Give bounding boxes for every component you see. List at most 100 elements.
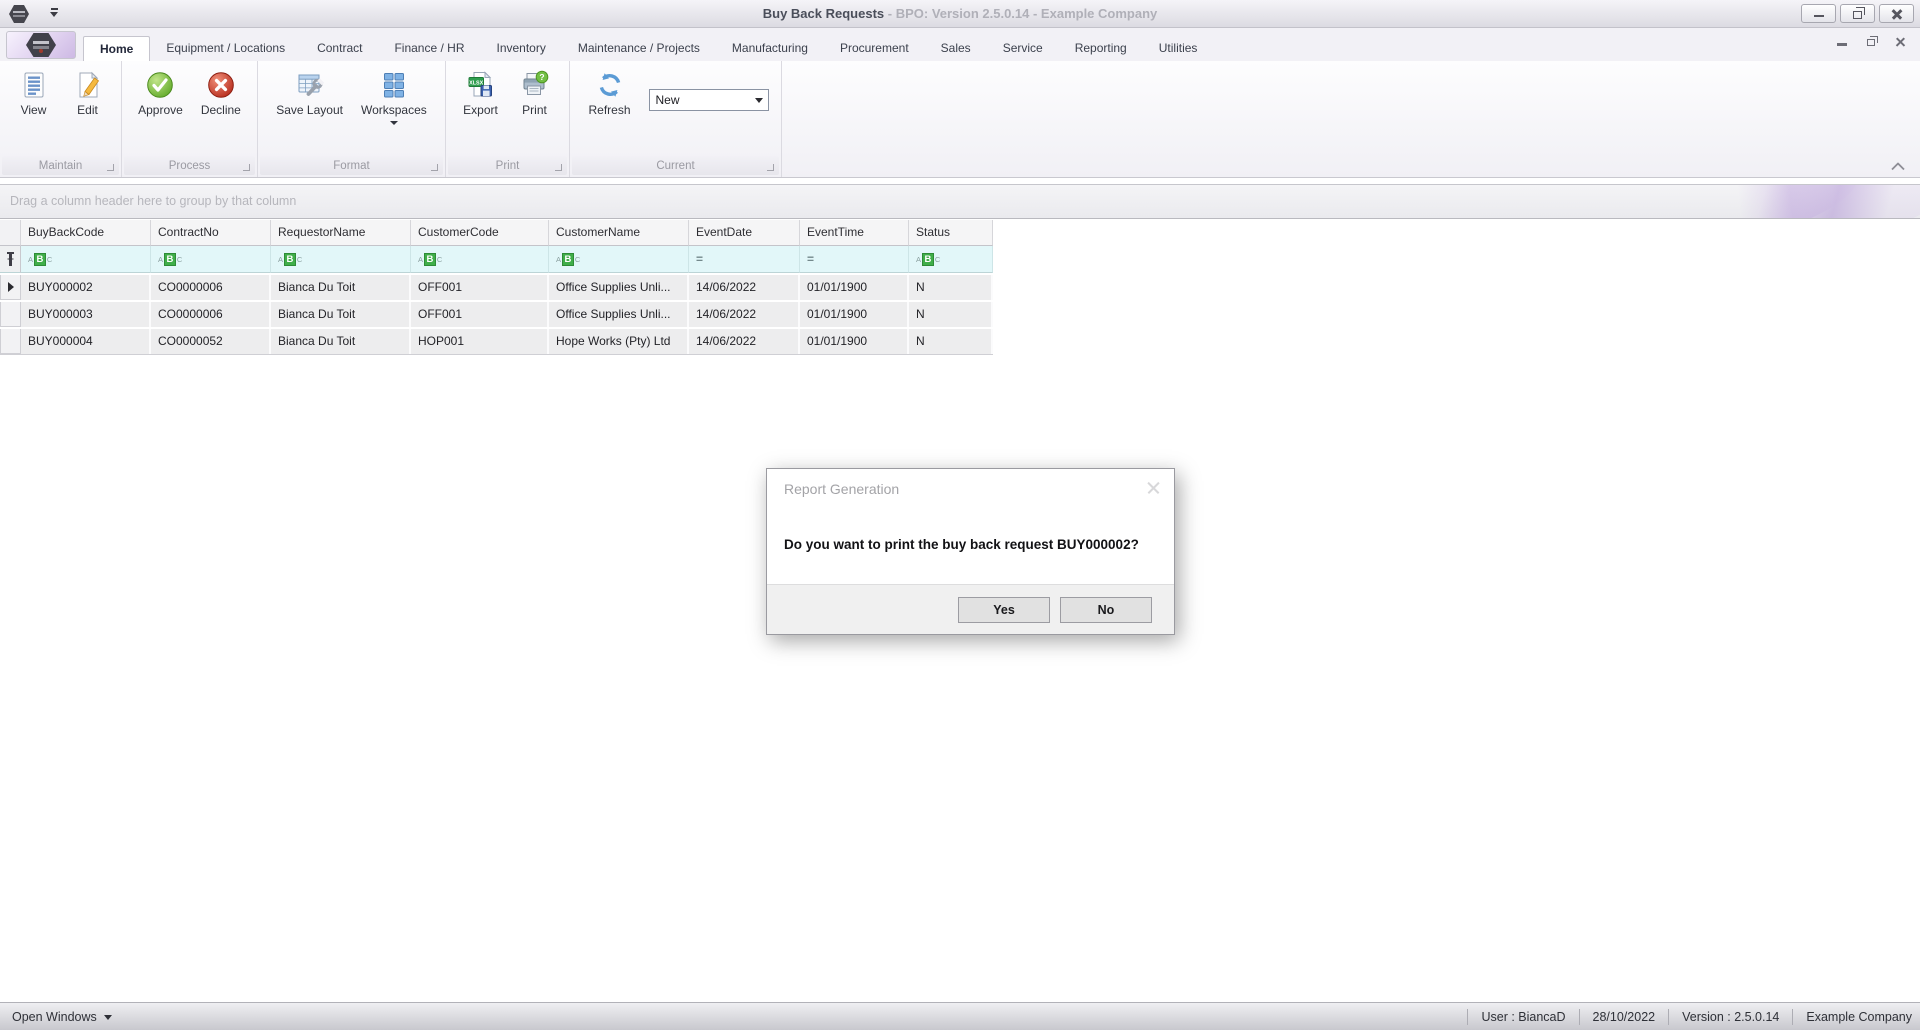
- view-button[interactable]: View: [10, 65, 58, 119]
- filter-pin-cell[interactable]: [0, 246, 21, 273]
- mdi-close-icon[interactable]: [1895, 36, 1906, 47]
- cell-customername[interactable]: Office Supplies Unli...: [549, 275, 689, 300]
- cell-customername[interactable]: Hope Works (Pty) Ltd: [549, 329, 689, 354]
- filter-cell-eventdate[interactable]: =: [689, 246, 800, 273]
- cell-contractno[interactable]: CO0000006: [151, 302, 271, 327]
- mdi-restore-icon[interactable]: [1867, 35, 1878, 46]
- statusbar-info: User : BiancaD 28/10/2022 Version : 2.5.…: [1454, 1003, 1912, 1030]
- edit-icon: [79, 71, 99, 98]
- tab-maintenance-projects[interactable]: Maintenance / Projects: [562, 36, 716, 61]
- collapse-ribbon-icon[interactable]: [1890, 161, 1906, 171]
- column-header-buybackcode[interactable]: BuyBackCode: [21, 220, 151, 246]
- cell-status[interactable]: N: [909, 275, 993, 300]
- tab-equipment-locations[interactable]: Equipment / Locations: [150, 36, 301, 61]
- cell-customercode[interactable]: OFF001: [411, 275, 549, 300]
- ribbon-tab-row: Home Equipment / Locations Contract Fina…: [0, 28, 1920, 61]
- cell-buybackcode[interactable]: BUY000002: [21, 275, 151, 300]
- buy-back-requests-grid: BuyBackCode ContractNo RequestorName Cus…: [0, 220, 993, 355]
- print-button[interactable]: ? Print: [511, 65, 559, 119]
- column-header-eventtime[interactable]: EventTime: [800, 220, 909, 246]
- dialog-launcher-icon[interactable]: [243, 164, 250, 171]
- cell-eventtime[interactable]: 01/01/1900: [800, 329, 909, 354]
- export-button[interactable]: XLSX Export: [457, 65, 505, 119]
- tab-service[interactable]: Service: [987, 36, 1059, 61]
- grid-bottom-border: [0, 354, 993, 355]
- cell-customercode[interactable]: OFF001: [411, 302, 549, 327]
- cell-eventtime[interactable]: 01/01/1900: [800, 275, 909, 300]
- column-header-status[interactable]: Status: [909, 220, 993, 246]
- grid-filter-row: ABC ABC ABC ABC ABC = = ABC: [0, 246, 993, 273]
- decorative-swirl: [1655, 185, 1865, 218]
- open-windows-button[interactable]: Open Windows: [0, 1010, 112, 1024]
- dialog-launcher-icon[interactable]: [555, 164, 562, 171]
- mdi-minimize-icon[interactable]: [1837, 43, 1847, 46]
- minimize-button[interactable]: [1801, 4, 1836, 23]
- column-header-customername[interactable]: CustomerName: [549, 220, 689, 246]
- tab-inventory[interactable]: Inventory: [480, 36, 561, 61]
- titlebar: Buy Back Requests - BPO: Version 2.5.0.1…: [0, 0, 1920, 28]
- column-header-customercode[interactable]: CustomerCode: [411, 220, 549, 246]
- filter-cell-buybackcode[interactable]: ABC: [21, 246, 151, 273]
- statusbar-date: 28/10/2022: [1592, 1009, 1656, 1024]
- close-button[interactable]: [1879, 4, 1914, 23]
- filter-cell-eventtime[interactable]: =: [800, 246, 909, 273]
- cell-requestorname[interactable]: Bianca Du Toit: [271, 302, 411, 327]
- cell-requestorname[interactable]: Bianca Du Toit: [271, 275, 411, 300]
- status-filter-combobox[interactable]: New: [648, 89, 769, 111]
- table-row[interactable]: BUY000004 CO0000052 Bianca Du Toit HOP00…: [0, 329, 993, 354]
- cell-eventdate[interactable]: 14/06/2022: [689, 329, 800, 354]
- tab-sales[interactable]: Sales: [925, 36, 987, 61]
- tab-home[interactable]: Home: [83, 36, 151, 61]
- restore-button[interactable]: [1840, 4, 1875, 23]
- cell-contractno[interactable]: CO0000052: [151, 329, 271, 354]
- edit-button[interactable]: Edit: [64, 65, 112, 119]
- cell-eventdate[interactable]: 14/06/2022: [689, 302, 800, 327]
- cell-eventdate[interactable]: 14/06/2022: [689, 275, 800, 300]
- no-button[interactable]: No: [1060, 597, 1152, 623]
- tab-reporting[interactable]: Reporting: [1059, 36, 1143, 61]
- combobox-dropdown-icon[interactable]: [750, 90, 768, 110]
- cell-requestorname[interactable]: Bianca Du Toit: [271, 329, 411, 354]
- approve-button[interactable]: Approve: [132, 65, 189, 119]
- tab-manufacturing[interactable]: Manufacturing: [716, 36, 824, 61]
- workspaces-button[interactable]: Workspaces: [355, 65, 433, 127]
- column-header-contractno[interactable]: ContractNo: [151, 220, 271, 246]
- filter-cell-contractno[interactable]: ABC: [151, 246, 271, 273]
- cell-contractno[interactable]: CO0000006: [151, 275, 271, 300]
- tab-utilities[interactable]: Utilities: [1143, 36, 1214, 61]
- filter-cell-status[interactable]: ABC: [909, 246, 993, 273]
- filter-cell-customername[interactable]: ABC: [549, 246, 689, 273]
- statusbar-separator: [1792, 1008, 1794, 1025]
- dialog-launcher-icon[interactable]: [107, 164, 114, 171]
- tab-contract[interactable]: Contract: [301, 36, 378, 61]
- application-menu-button[interactable]: [6, 31, 76, 59]
- cell-customercode[interactable]: HOP001: [411, 329, 549, 354]
- group-by-panel[interactable]: Drag a column header here to group by th…: [0, 184, 1920, 219]
- save-layout-button[interactable]: Save Layout: [270, 65, 349, 119]
- dialog-close-icon[interactable]: [1146, 480, 1161, 495]
- tab-finance-hr[interactable]: Finance / HR: [378, 36, 480, 61]
- column-header-requestorname[interactable]: RequestorName: [271, 220, 411, 246]
- decline-button[interactable]: Decline: [195, 65, 247, 119]
- cell-customername[interactable]: Office Supplies Unli...: [549, 302, 689, 327]
- cell-buybackcode[interactable]: BUY000003: [21, 302, 151, 327]
- dialog-launcher-icon[interactable]: [767, 164, 774, 171]
- table-row[interactable]: BUY000002 CO0000006 Bianca Du Toit OFF00…: [0, 275, 993, 300]
- cell-status[interactable]: N: [909, 329, 993, 354]
- column-header-eventdate[interactable]: EventDate: [689, 220, 800, 246]
- dialog-launcher-icon[interactable]: [431, 164, 438, 171]
- ribbon-group-print: XLSX Export ? Print Print: [446, 61, 570, 177]
- view-icon: [24, 72, 43, 98]
- cell-buybackcode[interactable]: BUY000004: [21, 329, 151, 354]
- cell-status[interactable]: N: [909, 302, 993, 327]
- filter-cell-customercode[interactable]: ABC: [411, 246, 549, 273]
- table-row[interactable]: BUY000003 CO0000006 Bianca Du Toit OFF00…: [0, 302, 993, 327]
- filter-cell-requestorname[interactable]: ABC: [271, 246, 411, 273]
- cell-eventtime[interactable]: 01/01/1900: [800, 302, 909, 327]
- print-button-label: Print: [522, 103, 547, 117]
- approve-icon: [147, 72, 174, 98]
- tab-procurement[interactable]: Procurement: [824, 36, 925, 61]
- yes-button[interactable]: Yes: [958, 597, 1050, 623]
- refresh-button[interactable]: Refresh: [582, 65, 636, 119]
- combobox-value: New: [655, 93, 680, 107]
